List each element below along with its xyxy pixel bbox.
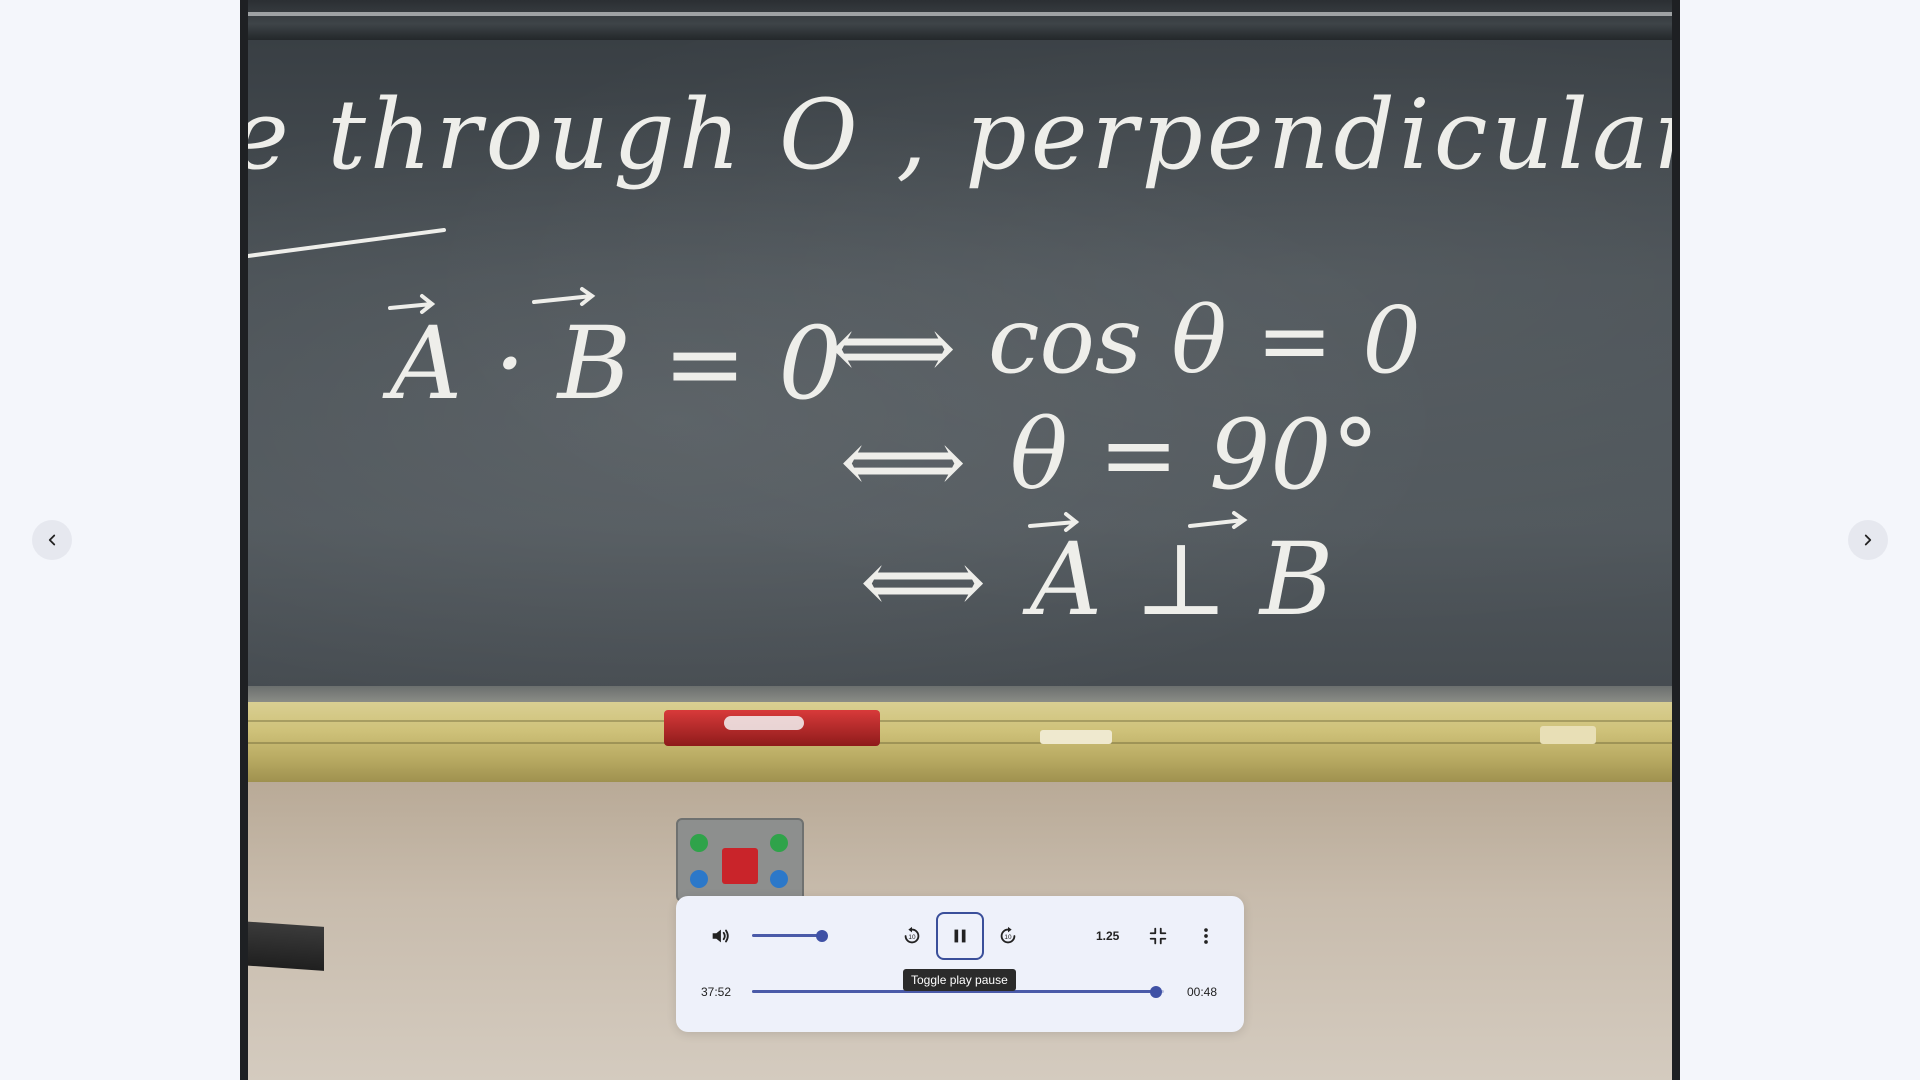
chalk-writing: e through O , perpendicular to A A · B =… — [240, 79, 1680, 638]
tray-line — [240, 720, 1680, 722]
player-controls: 10 10 1.25 37:52 00:48 — [676, 896, 1244, 1032]
forward-10-icon: 10 — [997, 925, 1019, 947]
switch-panel — [676, 818, 804, 902]
chalk-piece — [1540, 726, 1596, 744]
exit-fullscreen-button[interactable] — [1140, 918, 1176, 954]
chevron-left-icon — [43, 531, 61, 549]
playback-speed-button[interactable]: 1.25 — [1096, 929, 1119, 943]
volume-slider[interactable] — [752, 928, 832, 944]
frame-edge-right — [1672, 0, 1680, 1080]
next-button[interactable] — [1848, 520, 1888, 560]
iff-2: ⟺ — [840, 410, 966, 513]
volume-button[interactable] — [702, 918, 738, 954]
more-options-button[interactable] — [1188, 918, 1224, 954]
board-line-1: e through O , perpendicular to A — [240, 79, 1680, 191]
board-eraser — [664, 710, 880, 746]
pause-icon — [949, 925, 971, 947]
more-vertical-icon — [1195, 925, 1217, 947]
eq1-left: A · B = 0 — [382, 305, 842, 422]
forward-button[interactable]: 10 — [990, 918, 1026, 954]
chalk-piece — [1040, 730, 1112, 744]
eq3: A ⊥ B — [1022, 521, 1333, 638]
fullscreen-exit-icon — [1147, 925, 1169, 947]
vector-arrow-b1 — [532, 287, 596, 306]
tray-line — [240, 742, 1680, 744]
seek-slider-thumb[interactable] — [1149, 986, 1162, 998]
volume-slider-fill — [752, 934, 823, 937]
frame-edge-left — [240, 0, 248, 1080]
svg-text:10: 10 — [1004, 934, 1012, 941]
volume-icon — [709, 925, 731, 947]
iff-1: ⟺ — [830, 296, 956, 399]
volume-slider-thumb[interactable] — [816, 930, 829, 942]
blue-switch — [690, 870, 708, 888]
chalk-tray — [240, 702, 1680, 782]
chevron-right-icon — [1859, 531, 1877, 549]
play-pause-button[interactable] — [936, 912, 984, 960]
previous-button[interactable] — [32, 520, 72, 560]
red-switch — [722, 848, 758, 884]
eq2: θ = 90° — [1010, 399, 1379, 511]
green-switch — [690, 834, 708, 852]
svg-text:10: 10 — [908, 934, 916, 941]
blue-switch — [770, 870, 788, 888]
replay-10-icon: 10 — [901, 925, 923, 947]
remaining-time: 00:48 — [1187, 985, 1218, 999]
blackboard-bottom-rail — [240, 686, 1680, 702]
board-underline — [246, 228, 446, 258]
eq1-right: cos θ = 0 — [988, 287, 1421, 394]
iff-3: ⟺ — [860, 530, 986, 633]
current-time: 37:52 — [701, 985, 732, 999]
wall-shelf — [240, 921, 324, 971]
play-pause-tooltip: Toggle play pause — [903, 969, 1016, 991]
green-switch — [770, 834, 788, 852]
rewind-button[interactable]: 10 — [894, 918, 930, 954]
